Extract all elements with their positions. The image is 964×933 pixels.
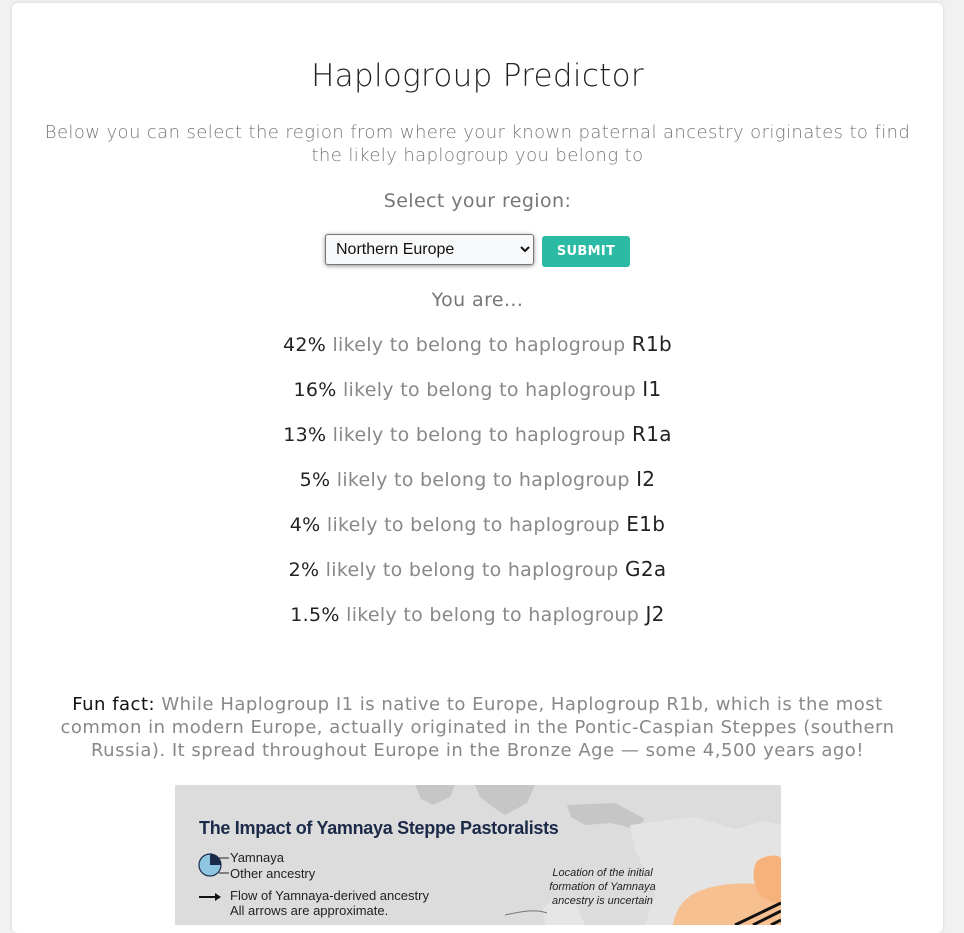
map-title: The Impact of Yamnaya Steppe Pastoralist… <box>199 818 559 838</box>
result-haplogroup: R1a <box>632 422 672 446</box>
result-row: 1.5% likely to belong to haplogroup J2 <box>12 601 943 646</box>
region-select[interactable]: Northern Europe <box>325 234 534 265</box>
result-percent: 4% <box>289 514 321 536</box>
result-text: likely to belong to haplogroup <box>325 559 619 581</box>
result-text: likely to belong to haplogroup <box>326 514 620 536</box>
legend-flow: Flow of Yamnaya-derived ancestry <box>230 888 429 903</box>
submit-button[interactable]: SUBMIT <box>542 236 630 267</box>
legend-other-ancestry: Other ancestry <box>230 866 316 881</box>
result-haplogroup: E1b <box>626 512 666 536</box>
result-intro: You are... <box>431 289 524 311</box>
result-row: 5% likely to belong to haplogroup I2 <box>12 466 943 511</box>
legend-approximate: All arrows are approximate. <box>230 903 389 918</box>
result-percent: 13% <box>283 424 327 446</box>
result-text: likely to belong to haplogroup <box>332 334 626 356</box>
result-percent: 1.5% <box>290 604 340 626</box>
result-text: likely to belong to haplogroup <box>346 604 640 626</box>
fun-fact: Fun fact: While Haplogroup I1 is native … <box>42 693 913 762</box>
result-haplogroup: R1b <box>631 332 673 356</box>
content-card: Haplogroup Predictor Below you can selec… <box>12 3 943 933</box>
results-list: 42% likely to belong to haplogroup R1b 1… <box>12 331 943 646</box>
result-haplogroup: J2 <box>645 602 665 626</box>
map-annotation: Location of the initial formation of Yam… <box>549 867 656 907</box>
intro-text: Below you can select the region from whe… <box>44 122 911 166</box>
result-row: 13% likely to belong to haplogroup R1a <box>12 421 943 466</box>
result-haplogroup: G2a <box>625 557 667 581</box>
result-percent: 16% <box>293 379 337 401</box>
result-percent: 2% <box>288 559 320 581</box>
fun-fact-lead: Fun fact: <box>72 694 156 715</box>
result-row: 42% likely to belong to haplogroup R1b <box>12 331 943 376</box>
result-percent: 5% <box>299 469 331 491</box>
result-row: 4% likely to belong to haplogroup E1b <box>12 511 943 556</box>
select-region-label: Select your region: <box>383 190 572 212</box>
result-row: 2% likely to belong to haplogroup G2a <box>12 556 943 601</box>
result-text: likely to belong to haplogroup <box>332 424 626 446</box>
result-haplogroup: I2 <box>636 467 656 491</box>
result-text: likely to belong to haplogroup <box>342 379 636 401</box>
fun-fact-text: While Haplogroup I1 is native to Europe,… <box>60 694 895 761</box>
result-percent: 42% <box>282 334 327 356</box>
result-row: 16% likely to belong to haplogroup I1 <box>12 376 943 421</box>
legend-yamnaya: Yamnaya <box>230 850 284 865</box>
yamnaya-map-image: The Impact of Yamnaya Steppe Pastoralist… <box>175 785 781 925</box>
result-haplogroup: I1 <box>642 377 662 401</box>
page-title: Haplogroup Predictor <box>311 58 644 94</box>
result-text: likely to belong to haplogroup <box>336 469 630 491</box>
